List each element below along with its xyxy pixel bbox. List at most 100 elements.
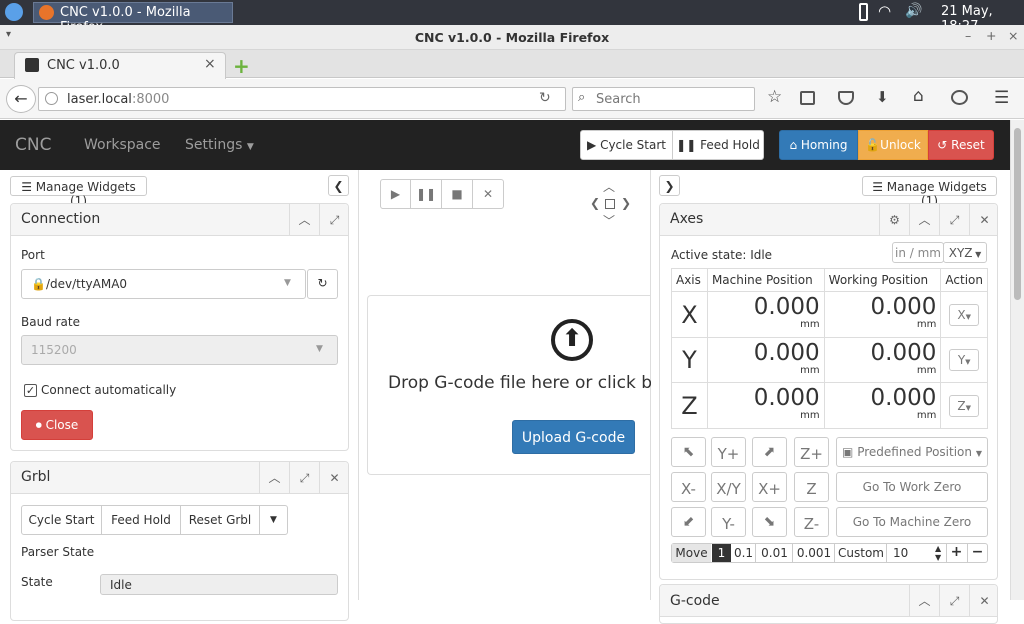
spinner-icon[interactable]: ▲ ▼ [935, 544, 941, 562]
axis-y-action-dropdown[interactable]: Y▼ [949, 349, 980, 371]
grbl-cycle-start-button[interactable]: Cycle Start [21, 505, 102, 535]
plus-icon: + [950, 544, 963, 560]
brand[interactable]: CNC [15, 135, 51, 155]
fullscreen-icon[interactable]: ⤢ [319, 204, 349, 236]
wifi-icon[interactable]: ◠ [878, 2, 891, 20]
gcode-run-button[interactable]: ▶ [380, 179, 411, 209]
custom-step-input[interactable]: 10 ▲ ▼ [886, 544, 945, 562]
close-icon[interactable]: ✕ [969, 585, 999, 617]
minimize-icon[interactable]: – [965, 28, 971, 43]
gear-icon[interactable]: ⚙ [879, 204, 909, 236]
close-icon[interactable]: ✕ [319, 462, 349, 494]
collapse-left-button[interactable]: ❮ [328, 175, 349, 196]
reload-icon[interactable]: ↻ [539, 90, 551, 106]
homing-button[interactable]: ⌂ Homing [779, 130, 858, 160]
nav-feed-hold-button[interactable]: ❚❚ Feed Hold [672, 130, 764, 160]
pan-left-icon[interactable]: ❮ [590, 196, 600, 210]
back-button[interactable]: ← [6, 85, 36, 113]
maximize-icon[interactable]: + [986, 28, 996, 43]
expand-right-button[interactable]: ❯ [659, 175, 680, 196]
gcode-close-button[interactable]: ✕ [472, 179, 504, 209]
gcode-pause-button[interactable]: ❚❚ [410, 179, 442, 209]
go-to-machine-zero-button[interactable]: Go To Machine Zero [836, 507, 988, 537]
pan-up-icon[interactable]: ︿ [603, 178, 615, 195]
axis-x-action-dropdown[interactable]: X▼ [949, 303, 980, 326]
gcode-stop-button[interactable]: ■ [441, 179, 473, 209]
nav-settings[interactable]: Settings ▼ [185, 137, 254, 153]
scrollbar-thumb[interactable] [1014, 128, 1021, 300]
unlock-button[interactable]: 🔓Unlock [858, 130, 928, 160]
window-menu-icon[interactable]: ▾ [6, 29, 11, 40]
units-toggle-button[interactable]: in / mm [892, 242, 944, 263]
home-icon[interactable]: ⌂ [913, 86, 924, 106]
step-0-001-button[interactable]: 0.001 [794, 544, 835, 562]
grbl-feed-hold-button[interactable]: Feed Hold [101, 505, 181, 535]
taskbar-app-button[interactable]: CNC v1.0.0 - Mozilla Firefox [33, 2, 233, 35]
jog-y-plus-button[interactable]: Y+ [711, 437, 746, 467]
jog-x-minus-y-minus-button[interactable]: ⬋ [671, 507, 706, 537]
grbl-more-button[interactable]: ▼ [259, 505, 288, 535]
page-scrollbar[interactable] [1010, 120, 1024, 600]
axis-z-action-dropdown[interactable]: Z▼ [949, 394, 980, 417]
upload-gcode-button[interactable]: Upload G-code [512, 420, 635, 454]
pan-down-icon[interactable]: ﹀ [603, 212, 615, 229]
port-select[interactable]: 🔒/dev/ttyAMA0 ▼ [21, 269, 306, 299]
right-manage-widgets-button[interactable]: ☰ Manage Widgets (1) [862, 176, 997, 208]
grbl-reset-button[interactable]: Reset Grbl [180, 505, 260, 535]
bookmark-star-icon[interactable]: ☆ [767, 87, 782, 107]
step-0-01-button[interactable]: 0.01 [757, 544, 793, 562]
jog-x-minus-button[interactable]: X- [671, 472, 706, 502]
jog-x-plus-y-minus-button[interactable]: ⬊ [752, 507, 787, 537]
volume-icon[interactable]: 🔊 [905, 3, 922, 19]
jog-z-plus-button[interactable]: Z+ [794, 437, 829, 467]
refresh-ports-button[interactable]: ↻ [307, 269, 338, 299]
reading-list-icon[interactable] [800, 91, 815, 105]
jog-x-minus-y-plus-button[interactable]: ⬉ [671, 437, 706, 467]
url-bar[interactable]: laser.local:8000 ↻ [38, 87, 566, 111]
step-0-1-button[interactable]: 0.1 [732, 544, 756, 562]
left-manage-widgets-button[interactable]: ☰ Manage Widgets (1) [10, 176, 147, 208]
fit-view-icon[interactable] [605, 199, 615, 209]
decrease-step-button[interactable]: − [967, 544, 987, 562]
custom-step-button[interactable]: Custom [836, 544, 886, 562]
chat-icon[interactable] [951, 90, 968, 105]
step-1-button[interactable]: 1 [712, 544, 731, 562]
increase-step-button[interactable]: + [946, 544, 966, 562]
drop-zone[interactable]: ⬆ Drop G-code file here or click bel Upl… [367, 295, 651, 475]
nav-workspace[interactable]: Workspace [84, 137, 161, 153]
search-field[interactable]: ⌕ Search [572, 87, 755, 111]
close-connection-button[interactable]: ⏺ Close [21, 410, 93, 440]
collapse-up-icon[interactable]: ︿ [909, 585, 939, 617]
collapse-up-icon[interactable]: ︿ [259, 462, 289, 494]
hamburger-menu-icon[interactable]: ☰ [994, 88, 1009, 108]
connect-auto-checkbox[interactable]: ✓ [24, 384, 37, 397]
collapse-up-icon[interactable]: ︿ [289, 204, 319, 236]
close-window-icon[interactable]: × [1008, 28, 1018, 43]
pan-right-icon[interactable]: ❯ [621, 196, 631, 210]
new-tab-icon[interactable]: + [233, 54, 250, 78]
predefined-position-dropdown[interactable]: ▣ Predefined Position ▼ [836, 437, 988, 467]
nav-cycle-start-button[interactable]: ▶ Cycle Start [580, 130, 673, 160]
jog-y-minus-button[interactable]: Y- [711, 507, 746, 537]
jog-z-zero-button[interactable]: Z [794, 472, 829, 502]
fullscreen-icon[interactable]: ⤢ [289, 462, 319, 494]
menu-logo-icon[interactable] [5, 3, 23, 21]
jog-xy-zero-button[interactable]: X/Y [711, 472, 746, 502]
download-icon[interactable]: ⬇ [876, 88, 889, 106]
collapse-up-icon[interactable]: ︿ [909, 204, 939, 236]
baud-rate-select[interactable]: 115200 ▼ [21, 335, 338, 365]
active-state: Active state: Idle [671, 248, 773, 262]
fullscreen-icon[interactable]: ⤢ [939, 204, 969, 236]
axes-select-dropdown[interactable]: XYZ ▼ [943, 242, 987, 263]
tab-close-icon[interactable]: × [204, 56, 216, 72]
site-info-icon[interactable] [45, 92, 58, 105]
browser-tab[interactable]: CNC v1.0.0 × [14, 52, 226, 79]
close-icon[interactable]: ✕ [969, 204, 999, 236]
reset-button[interactable]: ↺ Reset [928, 130, 994, 160]
fullscreen-icon[interactable]: ⤢ [939, 585, 969, 617]
go-to-work-zero-button[interactable]: Go To Work Zero [836, 472, 988, 502]
toggle-icon: ⏺ [35, 418, 42, 432]
jog-x-plus-button[interactable]: X+ [752, 472, 787, 502]
jog-z-minus-button[interactable]: Z- [794, 507, 829, 537]
jog-x-plus-y-plus-button[interactable]: ⬈ [752, 437, 787, 467]
